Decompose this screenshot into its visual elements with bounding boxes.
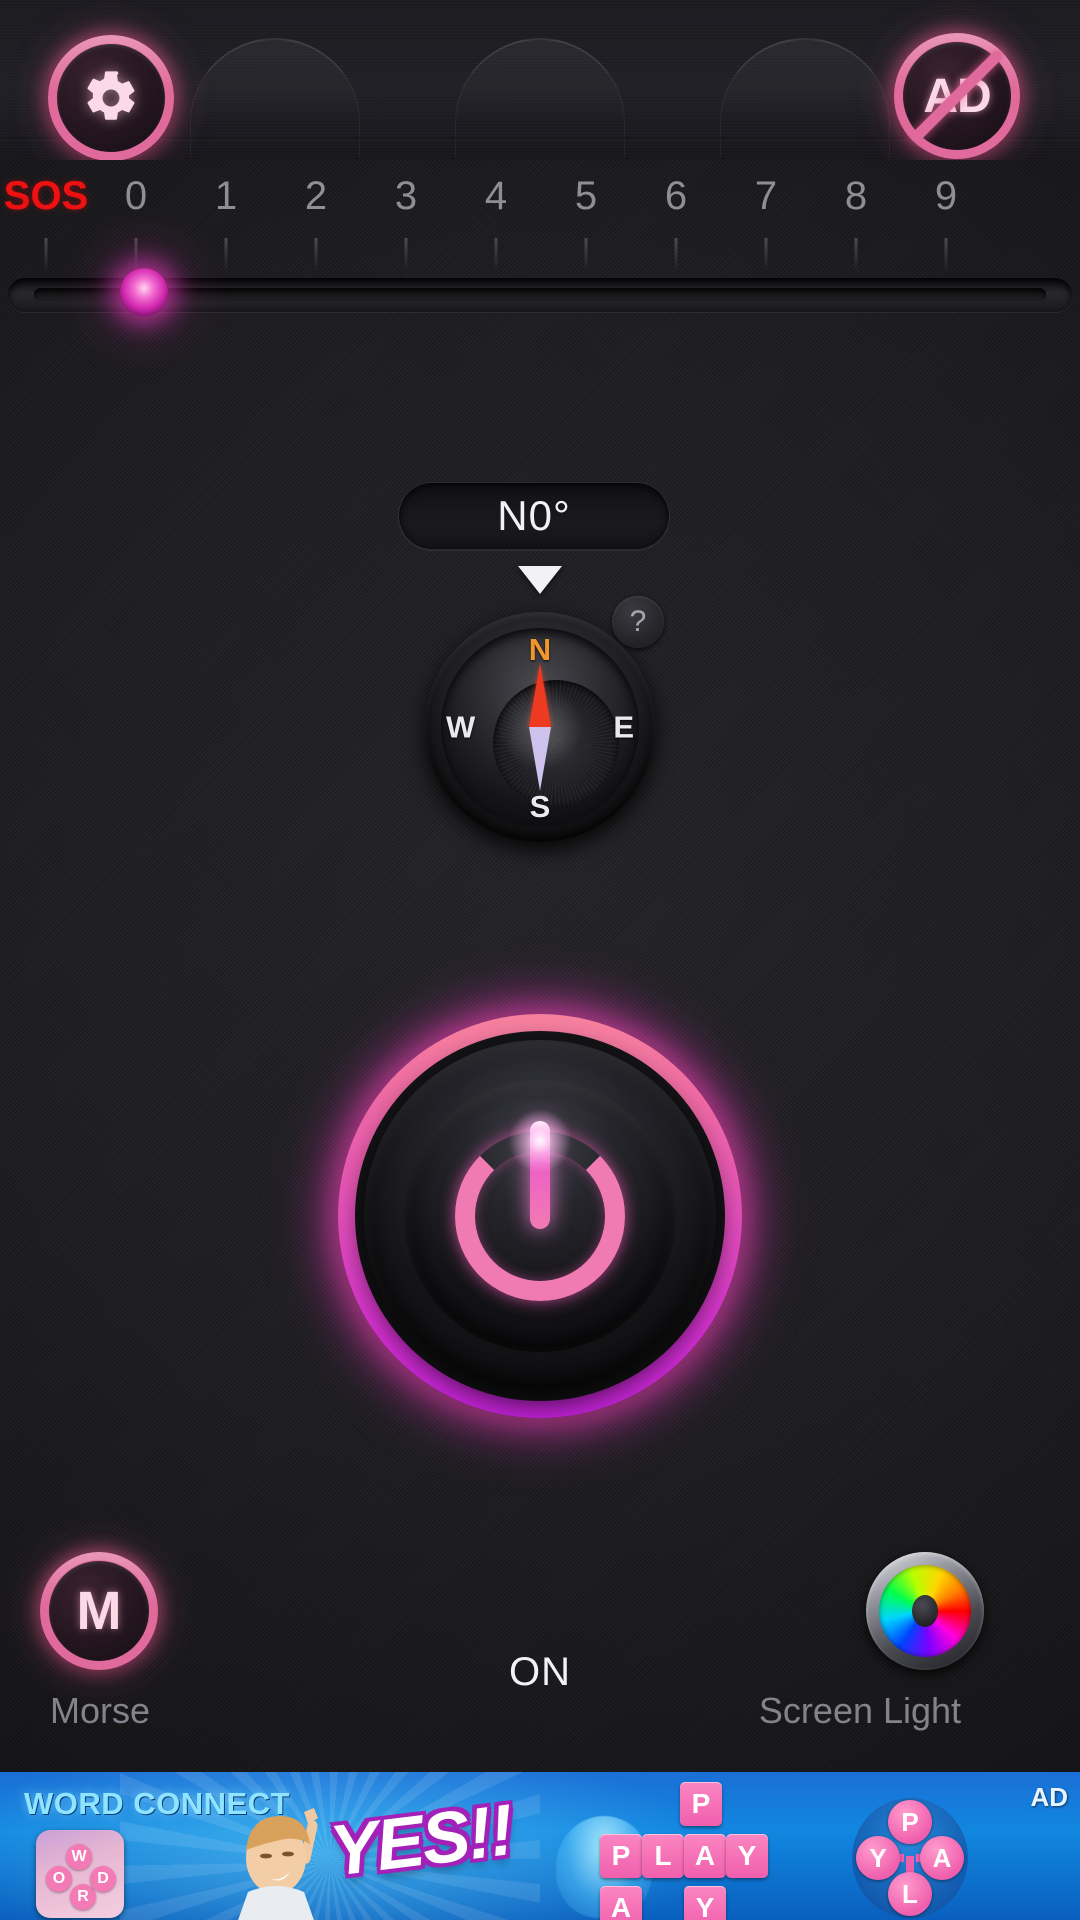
brightness-label-8[interactable]: 8	[845, 174, 867, 219]
ad-badge: AD	[1030, 1782, 1068, 1812]
brightness-tick	[224, 238, 228, 272]
ad-app-icon-tile: R	[70, 1884, 96, 1910]
brightness-label-5[interactable]: 5	[575, 174, 597, 219]
ad-app-icon-tile: D	[90, 1866, 116, 1892]
morse-icon: M	[76, 1581, 122, 1641]
ad-app-icon: WORD	[36, 1830, 124, 1918]
compass-needle-north	[529, 663, 551, 727]
ad-letter-tile: A	[684, 1834, 726, 1878]
brightness-slider-track	[34, 288, 1046, 301]
brightness-label-7[interactable]: 7	[755, 174, 777, 219]
power-button[interactable]	[284, 960, 796, 1472]
brightness-label-0[interactable]: 0	[125, 174, 147, 219]
settings-button[interactable]	[48, 35, 174, 160]
morse-button[interactable]: M	[40, 1552, 158, 1670]
screen-light-label: Screen Light	[758, 1690, 962, 1731]
brightness-ruler: SOS 0 1 2 3 4 5 6 7 8 9	[0, 160, 1080, 317]
color-wheel-hub	[912, 1595, 938, 1627]
ad-letter-tile: A	[600, 1886, 642, 1920]
brightness-ruler-labels: SOS 0 1 2 3 4 5 6 7 8 9	[0, 174, 1080, 222]
help-button[interactable]: ?	[612, 596, 664, 648]
decorative-arc	[720, 38, 890, 158]
decorative-arc	[455, 38, 625, 158]
remove-ads-button[interactable]: AD	[894, 33, 1020, 159]
brightness-tick	[944, 238, 948, 272]
ad-puzzle-node: Y	[856, 1836, 900, 1880]
flashlight-app-root: AD SOS0123456789 N0° N E S W ?	[0, 0, 1080, 1920]
power-icon	[447, 1109, 633, 1309]
brightness-label-6[interactable]: 6	[665, 174, 687, 219]
brightness-tick	[674, 238, 678, 272]
ad-letter-tile: P	[680, 1782, 722, 1826]
compass-needle-south	[529, 727, 551, 791]
brightness-tick	[584, 238, 588, 272]
compass-label-north: N	[528, 632, 552, 667]
top-bar: AD	[0, 0, 1080, 160]
ad-puzzle-node: P	[888, 1800, 932, 1844]
ad-letter-tile: L	[642, 1834, 684, 1878]
screen-light-button[interactable]	[866, 1552, 984, 1670]
compass-heading-value: N0°	[497, 492, 571, 539]
compass-label-west: W	[446, 709, 476, 745]
brightness-label-4[interactable]: 4	[485, 174, 507, 219]
ad-letter-tile: P	[600, 1834, 642, 1878]
ad-app-icon-tile: O	[46, 1866, 72, 1892]
brightness-tick	[44, 238, 48, 272]
ad-banner[interactable]: WORD CONNECT WORD YES!! PYAL AD PPLAYAYP…	[0, 1772, 1080, 1920]
brightness-slider-thumb[interactable]	[120, 268, 168, 317]
morse-label: Morse	[49, 1690, 151, 1731]
compass-heading-display: N0°	[398, 482, 670, 550]
brightness-label-2[interactable]: 2	[305, 174, 327, 219]
ad-puzzle-node: L	[888, 1872, 932, 1916]
brightness-tick	[404, 238, 408, 272]
compass-label-east: E	[613, 709, 634, 745]
brightness-tick	[494, 238, 498, 272]
brightness-label-3[interactable]: 3	[395, 174, 417, 219]
color-wheel-icon	[879, 1565, 971, 1657]
ad-puzzle-wheel: PYAL	[852, 1798, 968, 1918]
ad-letter-tile: Y	[726, 1834, 768, 1878]
gear-icon	[87, 71, 135, 120]
brightness-label-sos[interactable]: SOS	[4, 174, 88, 219]
help-icon: ?	[629, 605, 647, 638]
brightness-tick	[134, 238, 138, 272]
brightness-slider[interactable]	[8, 268, 1072, 317]
ad-app-icon-tile: W	[66, 1844, 92, 1870]
compass-label-south: S	[529, 789, 551, 824]
brightness-label-9[interactable]: 9	[935, 174, 957, 219]
ad-letter-tile: Y	[684, 1886, 726, 1920]
brightness-tick	[314, 238, 318, 272]
power-icon-spark	[508, 1109, 572, 1173]
brightness-tick	[854, 238, 858, 272]
compass-widget[interactable]: N E S W	[425, 612, 655, 842]
compass-heading-pointer-icon	[518, 566, 562, 594]
ad-puzzle-node: A	[920, 1836, 964, 1880]
decorative-arc	[190, 38, 360, 158]
brightness-ruler-ticks	[0, 238, 1080, 272]
brightness-label-1[interactable]: 1	[215, 174, 237, 219]
brightness-tick	[764, 238, 768, 272]
